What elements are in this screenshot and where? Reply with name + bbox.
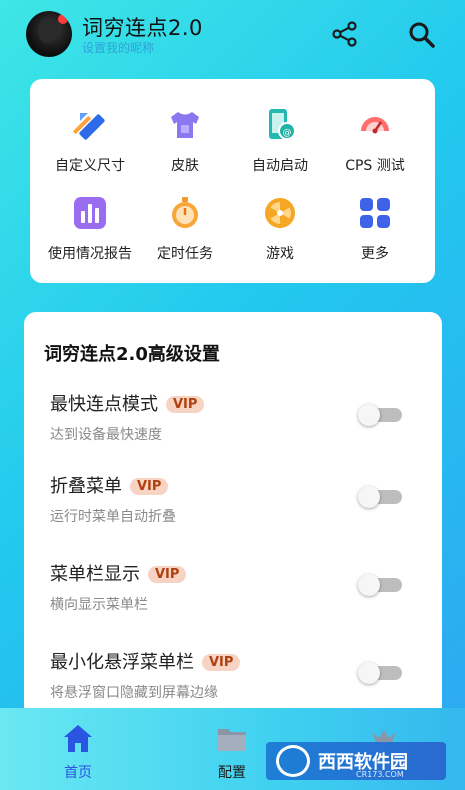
tool-label: 皮肤 bbox=[171, 158, 199, 174]
tool-auto-start[interactable]: @ 自动启动 bbox=[230, 107, 330, 187]
tool-label: 游戏 bbox=[266, 246, 294, 262]
setting-desc: 达到设备最快速度 bbox=[50, 427, 162, 443]
setting-name: 菜单栏显示 VIP bbox=[50, 560, 187, 586]
phone-auto-icon: @ bbox=[269, 109, 296, 140]
minimize-float-toggle[interactable] bbox=[358, 662, 402, 684]
watermark: 西西软件园 CR173.COM bbox=[266, 742, 446, 780]
ruler-pencil-icon bbox=[73, 113, 105, 140]
tool-scheduled-task[interactable]: 定时任务 bbox=[135, 195, 235, 275]
folder-icon bbox=[218, 729, 246, 751]
setting-row-fastest-mode: 最快连点模式 VIP 达到设备最快速度 bbox=[24, 390, 442, 460]
stopwatch-icon bbox=[172, 197, 198, 228]
tshirt-icon bbox=[171, 112, 199, 138]
nav-config[interactable]: 配置 bbox=[192, 722, 272, 782]
tool-label: CPS 测试 bbox=[345, 158, 405, 174]
setting-name: 折叠菜单 VIP bbox=[50, 472, 169, 498]
settings-title: 词穷连点2.0高级设置 bbox=[44, 344, 220, 365]
watermark-domain: CR173.COM bbox=[356, 770, 404, 779]
tool-label: 使用情况报告 bbox=[48, 246, 132, 262]
setting-row-fold-menu: 折叠菜单 VIP 运行时菜单自动折叠 bbox=[24, 472, 442, 542]
vip-badge: VIP bbox=[166, 396, 205, 413]
setting-desc: 横向显示菜单栏 bbox=[50, 597, 148, 613]
fold-menu-toggle[interactable] bbox=[358, 486, 402, 508]
app-title: 词穷连点2.0 bbox=[82, 16, 203, 40]
setting-name: 最快连点模式 VIP bbox=[50, 390, 205, 416]
fastest-mode-toggle[interactable] bbox=[358, 404, 402, 426]
tool-label: 自动启动 bbox=[252, 158, 308, 174]
menu-bar-toggle[interactable] bbox=[358, 574, 402, 596]
wheel-icon bbox=[265, 198, 295, 228]
search-button[interactable] bbox=[406, 19, 436, 49]
nickname-link[interactable]: 设置我的昵称 bbox=[82, 39, 154, 56]
setting-row-menu-bar: 菜单栏显示 VIP 横向显示菜单栏 bbox=[24, 560, 442, 630]
tool-label: 自定义尺寸 bbox=[55, 158, 125, 174]
tool-label: 定时任务 bbox=[157, 246, 213, 262]
bar-chart-icon bbox=[74, 197, 106, 229]
app-header: 词穷连点2.0 设置我的昵称 bbox=[0, 0, 465, 70]
tool-skin[interactable]: 皮肤 bbox=[135, 107, 235, 187]
grid-icon bbox=[360, 198, 390, 228]
tool-more[interactable]: 更多 bbox=[325, 195, 425, 275]
vip-badge: VIP bbox=[148, 566, 187, 583]
nav-label: 配置 bbox=[218, 765, 246, 781]
setting-name: 最小化悬浮菜单栏 VIP bbox=[50, 648, 241, 674]
avatar[interactable] bbox=[26, 11, 72, 57]
share-icon bbox=[332, 21, 357, 47]
search-icon bbox=[409, 22, 435, 48]
tool-usage-report[interactable]: 使用情况报告 bbox=[40, 195, 140, 275]
nav-label: 首页 bbox=[64, 765, 92, 781]
setting-desc: 将悬浮窗口隐藏到屏幕边缘 bbox=[50, 685, 218, 701]
tool-custom-size[interactable]: 自定义尺寸 bbox=[40, 107, 140, 187]
notification-dot bbox=[58, 14, 68, 24]
nav-home[interactable]: 首页 bbox=[38, 722, 118, 782]
watermark-logo-icon bbox=[276, 745, 310, 777]
vip-badge: VIP bbox=[202, 654, 241, 671]
home-icon bbox=[64, 725, 92, 752]
tool-game[interactable]: 游戏 bbox=[230, 195, 330, 275]
share-button[interactable] bbox=[330, 19, 360, 49]
speedometer-icon bbox=[361, 117, 389, 134]
setting-desc: 运行时菜单自动折叠 bbox=[50, 509, 176, 525]
vip-badge: VIP bbox=[130, 478, 169, 495]
tool-label: 更多 bbox=[361, 246, 389, 262]
svg-text:@: @ bbox=[283, 128, 292, 138]
tools-card: 自定义尺寸 皮肤 @ 自动启动 CPS 测试 使用情况报告 定时任务 游戏 更多 bbox=[30, 79, 435, 283]
tool-cps-test[interactable]: CPS 测试 bbox=[325, 107, 425, 187]
